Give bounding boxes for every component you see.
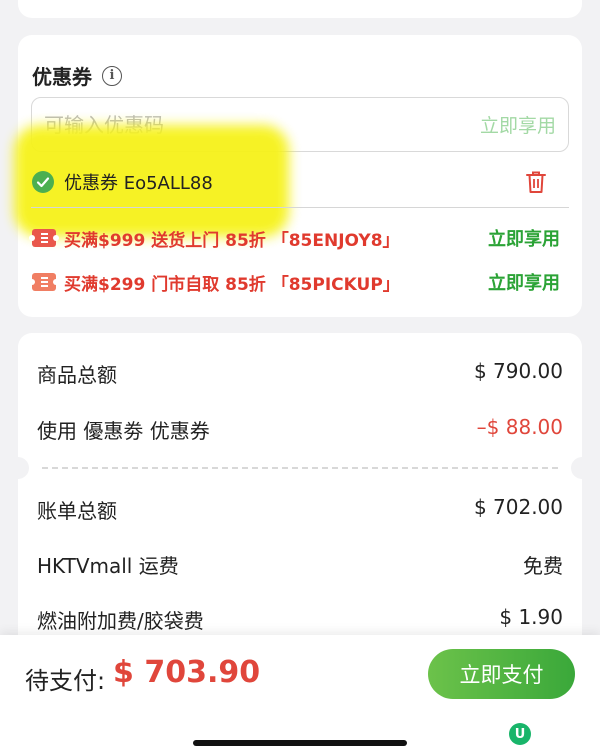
info-icon[interactable]: i bbox=[102, 65, 122, 86]
ticket-icon bbox=[29, 229, 59, 247]
check-circle-icon bbox=[32, 171, 54, 193]
card-notch bbox=[7, 457, 29, 479]
home-indicator bbox=[193, 740, 407, 746]
subtotal-label: 商品总额 bbox=[37, 363, 117, 387]
applied-coupon-label: 优惠券 Eo5ALL88 bbox=[64, 173, 213, 194]
pay-label: 待支付: bbox=[25, 667, 106, 695]
checkout-bar: 待支付: $ 703.90 立即支付 U bbox=[0, 635, 600, 750]
promo-row: 买满$299 门市自取 85折 「85PICKUP」 立即享用 bbox=[29, 267, 570, 297]
surcharge-value: $ 1.90 bbox=[499, 605, 563, 629]
dashed-divider bbox=[42, 467, 558, 469]
shipping-value: 免费 bbox=[523, 554, 563, 578]
bill-total-value: $ 702.00 bbox=[473, 495, 563, 519]
promo-row: 买满$999 送货上门 85折 「85ENJOY8」 立即享用 bbox=[29, 223, 570, 253]
subtotal-value: $ 790.00 bbox=[473, 359, 563, 383]
promo-text: 买满$299 门市自取 85折 「85PICKUP」 bbox=[64, 274, 400, 295]
shipping-row: HKTVmall 运费 免费 bbox=[37, 550, 563, 579]
coupon-card: 优惠券 i 立即享用 优惠券 Eo5ALL88 买满$999 送货上门 85折 … bbox=[14, 35, 582, 317]
pay-amount: $ 703.90 bbox=[113, 655, 261, 690]
hktv-logo-icon: U bbox=[509, 723, 531, 745]
surcharge-label: 燃油附加费/胶袋费 bbox=[37, 609, 204, 633]
previous-card bbox=[18, 0, 582, 18]
apply-coupon-button[interactable]: 立即享用 bbox=[480, 111, 556, 138]
coupon-title-text: 优惠券 bbox=[32, 65, 92, 89]
pay-now-button[interactable]: 立即支付 bbox=[428, 649, 575, 699]
bill-total-row: 账单总额 $ 702.00 bbox=[37, 495, 563, 524]
promo-apply-button[interactable]: 立即享用 bbox=[488, 269, 560, 295]
subtotal-row: 商品总额 $ 790.00 bbox=[37, 359, 563, 388]
trash-icon[interactable] bbox=[526, 170, 546, 194]
promo-text: 买满$999 送货上门 85折 「85ENJOY8」 bbox=[64, 230, 400, 251]
ticket-icon bbox=[29, 273, 59, 291]
coupon-divider bbox=[31, 207, 569, 208]
discount-row: 使用 優惠劵 优惠券 –$ 88.00 bbox=[37, 415, 563, 444]
coupon-title: 优惠券 i bbox=[32, 61, 122, 90]
promo-apply-button[interactable]: 立即享用 bbox=[488, 225, 560, 251]
applied-coupon-row: 优惠券 Eo5ALL88 bbox=[14, 125, 582, 237]
bill-total-label: 账单总额 bbox=[37, 499, 117, 523]
card-notch bbox=[571, 457, 593, 479]
discount-label: 使用 優惠劵 优惠券 bbox=[37, 419, 210, 443]
shipping-label: HKTVmall 运费 bbox=[37, 554, 179, 578]
surcharge-row: 燃油附加费/胶袋费 $ 1.90 bbox=[37, 605, 563, 634]
discount-value: –$ 88.00 bbox=[476, 415, 563, 439]
